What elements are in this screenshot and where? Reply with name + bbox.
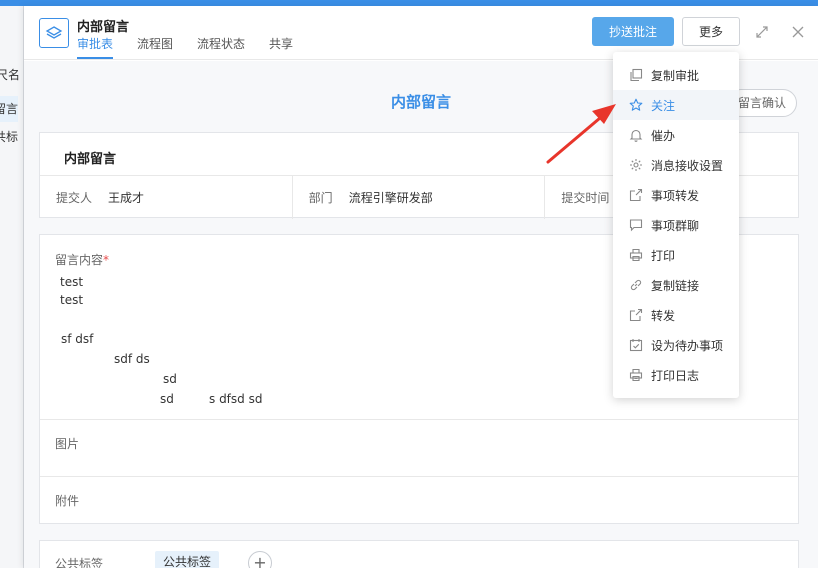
printer-icon — [629, 248, 643, 262]
message-line: sdf ds — [114, 352, 150, 366]
background-list-item[interactable]: 尺名称 — [0, 62, 20, 88]
star-icon — [629, 98, 643, 111]
expand-icon[interactable] — [755, 25, 769, 39]
link-icon — [630, 279, 642, 291]
field-department: 部门 流程引擎研发部 — [293, 176, 546, 219]
message-label: 留言内容* — [55, 253, 110, 267]
message-line: s dfsd sd — [209, 392, 263, 406]
menu-item-set-todo[interactable]: 设为待办事项 — [613, 330, 739, 360]
chat-icon — [629, 219, 643, 232]
copy-icon — [630, 68, 643, 82]
card-title: 内部留言 — [64, 152, 117, 167]
message-line: sf dsf — [61, 332, 94, 346]
image-label: 图片 — [55, 437, 80, 451]
message-line: sd — [163, 372, 177, 386]
menu-item-label: 打印 — [651, 248, 676, 263]
field-submitter: 提交人 王成才 — [40, 176, 293, 219]
field-value: 流程引擎研发部 — [348, 191, 433, 205]
message-line: sd — [160, 392, 174, 406]
menu-item-group-chat[interactable]: 事项群聊 — [613, 210, 739, 240]
menu-item-print-log[interactable]: 打印日志 — [613, 360, 739, 390]
cc-annotate-button[interactable]: 抄送批注 — [592, 17, 674, 46]
menu-item-label: 打印日志 — [651, 368, 700, 383]
public-tag[interactable]: 公共标签 — [155, 551, 220, 568]
field-value: 王成才 — [108, 191, 145, 205]
page-title: 内部留言 — [77, 20, 130, 35]
menu-item-label: 催办 — [651, 128, 676, 143]
tab-bar: 审批表 流程图 流程状态 共享 — [77, 35, 317, 59]
tag-label: 公共标签 — [55, 557, 104, 568]
menu-item-label: 事项转发 — [651, 188, 700, 203]
menu-item-label: 转发 — [651, 308, 676, 323]
menu-item-copy-approval[interactable]: 复制审批 — [613, 60, 739, 90]
gear-icon — [630, 159, 642, 171]
tag-card: 公共标签 公共标签 + — [39, 540, 799, 568]
menu-item-forward-item[interactable]: 事项转发 — [613, 180, 739, 210]
tab-flow-chart[interactable]: 流程图 — [137, 35, 173, 59]
menu-item-notification-settings[interactable]: 消息接收设置 — [613, 150, 739, 180]
field-label: 提交时间 — [561, 191, 610, 205]
more-button[interactable]: 更多 — [682, 17, 740, 46]
tab-flow-status[interactable]: 流程状态 — [197, 35, 245, 59]
layers-icon — [39, 18, 69, 48]
more-dropdown-menu: 复制审批 关注 催办 消息接收设置 事项转发 事项群聊 打印 复制链接 转发 设… — [613, 52, 739, 398]
menu-item-print[interactable]: 打印 — [613, 240, 739, 270]
menu-item-label: 复制链接 — [651, 278, 700, 293]
tab-share[interactable]: 共享 — [269, 35, 293, 59]
menu-item-label: 关注 — [651, 98, 676, 113]
background-list-item[interactable]: 共标 — [0, 124, 18, 150]
image-section: 图片 — [40, 419, 798, 476]
menu-item-forward[interactable]: 转发 — [613, 300, 739, 330]
tab-approval-form[interactable]: 审批表 — [77, 35, 114, 59]
background-list-item[interactable]: 留言 — [0, 96, 18, 122]
forward-icon — [629, 308, 643, 322]
bell-icon — [629, 129, 643, 142]
attachment-label: 附件 — [55, 494, 80, 508]
share-icon — [629, 188, 643, 202]
attachment-section: 附件 — [40, 476, 798, 524]
menu-item-label: 事项群聊 — [651, 218, 700, 233]
required-mark: * — [103, 253, 110, 267]
menu-item-label: 复制审批 — [651, 68, 700, 83]
menu-item-label: 消息接收设置 — [651, 158, 724, 173]
close-icon[interactable] — [791, 25, 805, 39]
calendar-check-icon — [629, 339, 643, 352]
message-line: test — [60, 275, 84, 289]
add-tag-button[interactable]: + — [248, 551, 272, 568]
menu-item-urge[interactable]: 催办 — [613, 120, 739, 150]
menu-item-follow[interactable]: 关注 — [613, 90, 739, 120]
field-label: 部门 — [308, 191, 333, 205]
menu-item-label: 设为待办事项 — [651, 338, 724, 353]
print-log-icon — [629, 368, 643, 382]
menu-item-copy-link[interactable]: 复制链接 — [613, 270, 739, 300]
background-list-panel: 尺名称 留言 共标 — [0, 6, 24, 568]
message-line: test — [60, 293, 84, 307]
field-label: 提交人 — [56, 191, 93, 205]
